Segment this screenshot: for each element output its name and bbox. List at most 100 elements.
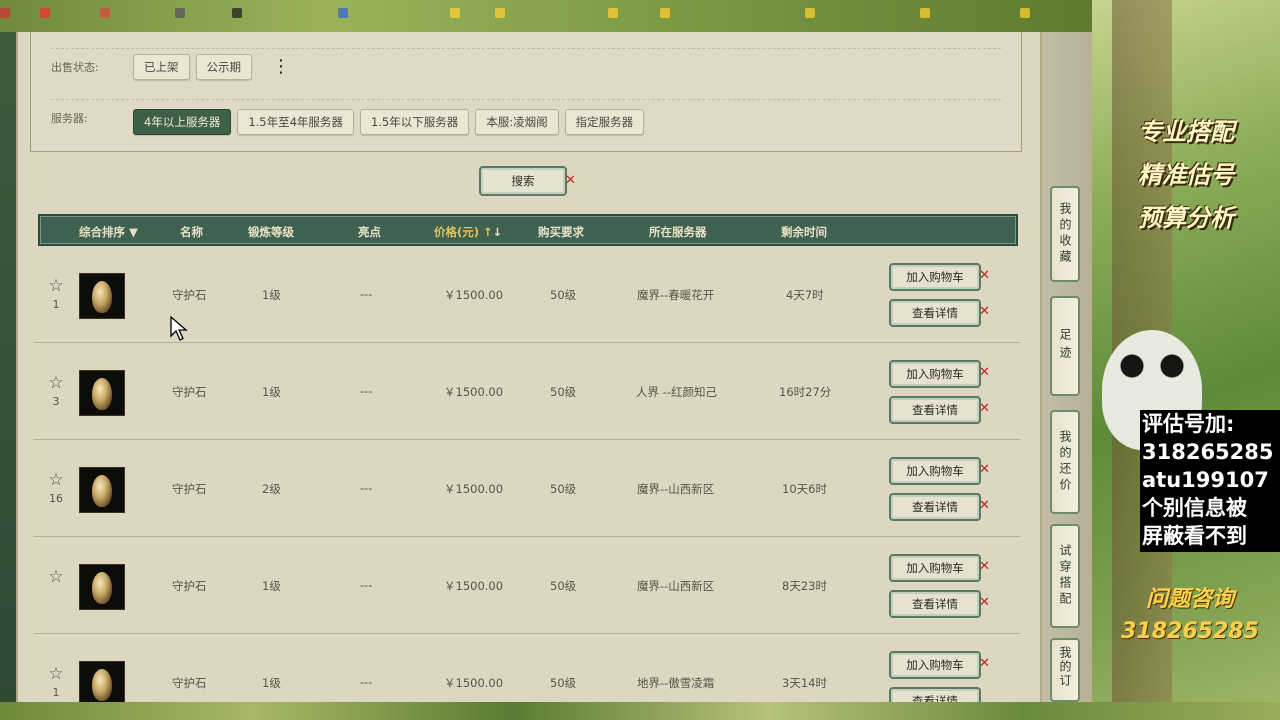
bookmark-item[interactable]: [805, 8, 815, 18]
cursor-arrow-icon: [170, 315, 188, 341]
close-icon: ✕: [979, 559, 990, 574]
chip-listed[interactable]: 已上架: [133, 54, 190, 80]
sidebar-tab-my-orders[interactable]: 我的订: [1050, 638, 1080, 702]
item-highlight: ---: [360, 578, 373, 592]
item-name[interactable]: 守护石: [172, 287, 207, 303]
item-thumbnail[interactable]: [79, 661, 125, 706]
bookmark-item[interactable]: [920, 8, 930, 18]
item-level: 2级: [262, 482, 281, 496]
item-price: ￥1500.00: [444, 288, 504, 302]
item-thumbnail[interactable]: [79, 370, 125, 416]
bookmark-item[interactable]: [232, 8, 242, 18]
header-sort[interactable]: 综合排序 ▼: [79, 224, 138, 240]
close-icon: ✕: [565, 173, 576, 188]
item-thumbnail[interactable]: [79, 564, 125, 610]
more-options-icon[interactable]: ⋮: [272, 58, 290, 76]
chip-server-current[interactable]: 本服:凌烟阁: [475, 109, 559, 135]
item-level: 1级: [262, 385, 281, 399]
add-to-cart-button[interactable]: 加入购物车: [889, 554, 981, 582]
close-icon: ✕: [979, 498, 990, 513]
add-to-cart-button[interactable]: 加入购物车: [889, 263, 981, 291]
chip-server-under-1-5y[interactable]: 1.5年以下服务器: [359, 109, 470, 135]
item-requirement: 50级: [550, 579, 577, 593]
star-icon[interactable]: ☆: [46, 373, 66, 393]
star-icon[interactable]: ☆: [46, 470, 66, 490]
item-highlight: ---: [360, 384, 373, 398]
add-to-cart-button[interactable]: 加入购物车: [889, 651, 981, 679]
bookmark-item[interactable]: [608, 8, 618, 18]
bookmark-item[interactable]: [175, 8, 185, 18]
header-server: 所在服务器: [649, 225, 707, 239]
star-icon[interactable]: ☆: [46, 664, 66, 684]
item-time-left: 16时27分: [779, 385, 832, 399]
view-detail-button[interactable]: 查看详情: [889, 396, 981, 424]
item-highlight: ---: [360, 287, 373, 301]
item-level: 1级: [262, 288, 281, 302]
sale-status-row: 出售状态: 已上架 公示期 ⋮: [51, 54, 290, 80]
bookmark-item[interactable]: [1020, 8, 1030, 18]
item-name[interactable]: 守护石: [172, 481, 207, 497]
sidebar-tab-footprints[interactable]: 足迹: [1050, 296, 1080, 396]
bookmark-item[interactable]: [495, 8, 505, 18]
item-price: ￥1500.00: [444, 385, 504, 399]
table-row: ☆ 守护石 1级 --- ￥1500.00 50级 魔界--山西新区 8天23时…: [34, 537, 1020, 634]
favorite-count: 1: [52, 686, 60, 699]
ad-slogan-2: 精准估号: [1138, 161, 1234, 189]
search-button[interactable]: 搜索: [479, 166, 567, 196]
item-price: ￥1500.00: [444, 676, 504, 690]
close-icon: ✕: [979, 462, 990, 477]
caret-down-icon: ▼: [129, 225, 138, 239]
item-thumbnail[interactable]: [79, 273, 125, 319]
chip-server-4y-plus[interactable]: 4年以上服务器: [133, 109, 232, 135]
chip-public-period[interactable]: 公示期: [195, 54, 252, 80]
sidebar-tab-favorites[interactable]: 我的收藏: [1050, 186, 1080, 282]
trading-page: 出售状态: 已上架 公示期 ⋮ 服务器: 4年以上服务器 1.5年至4年服务器 …: [16, 32, 1042, 706]
view-detail-button[interactable]: 查看详情: [889, 493, 981, 521]
search-button-label: 搜索: [511, 174, 535, 188]
item-server: 地界--傲雪凌霜: [637, 676, 715, 690]
arrow-up-icon: ↑: [483, 225, 493, 239]
consult-number: 318265285: [1121, 619, 1259, 644]
chip-server-1-5-to-4y[interactable]: 1.5年至4年服务器: [237, 109, 354, 135]
favorite-count: 3: [52, 395, 60, 408]
item-name[interactable]: 守护石: [172, 384, 207, 400]
chip-server-specified[interactable]: 指定服务器: [564, 109, 645, 135]
header-requirement: 购买要求: [538, 225, 584, 239]
item-level: 1级: [262, 676, 281, 690]
item-thumbnail[interactable]: [79, 467, 125, 513]
star-icon[interactable]: ☆: [46, 567, 66, 587]
add-to-cart-button[interactable]: 加入购物车: [889, 360, 981, 388]
bookmark-item[interactable]: [450, 8, 460, 18]
server-row: 服务器: 4年以上服务器 1.5年至4年服务器 1.5年以下服务器 本服:凌烟阁…: [51, 109, 650, 135]
item-time-left: 4天7时: [786, 288, 824, 302]
add-to-cart-button[interactable]: 加入购物车: [889, 457, 981, 485]
bookmark-item[interactable]: [0, 8, 10, 18]
listing-table: ☆ 1 守护石 1级 --- ￥1500.00 50级 魔界--春暖花开 4天7…: [34, 246, 1020, 706]
bookmark-item[interactable]: [40, 8, 50, 18]
contact-line: 评估号加:: [1142, 412, 1235, 436]
close-icon: ✕: [979, 268, 990, 283]
view-detail-button[interactable]: 查看详情: [889, 590, 981, 618]
header-highlight: 亮点: [358, 225, 381, 239]
star-icon[interactable]: ☆: [46, 276, 66, 296]
divider: [51, 48, 1001, 49]
filter-panel: 出售状态: 已上架 公示期 ⋮ 服务器: 4年以上服务器 1.5年至4年服务器 …: [30, 32, 1022, 152]
contact-line: 屏蔽看不到: [1142, 524, 1247, 548]
item-server: 魔界--山西新区: [637, 482, 715, 496]
left-decor-strip: [0, 32, 16, 702]
item-name[interactable]: 守护石: [172, 675, 207, 691]
contact-box: 评估号加: 318265285 atu199107 个别信息被 屏蔽看不到: [1140, 410, 1280, 552]
view-detail-button[interactable]: 查看详情: [889, 299, 981, 327]
sidebar-tab-my-bargains[interactable]: 我的还价: [1050, 410, 1080, 514]
item-server: 魔界--山西新区: [637, 579, 715, 593]
item-time-left: 8天23时: [782, 579, 827, 593]
sidebar-tab-try-on[interactable]: 试穿搭配: [1050, 524, 1080, 628]
item-price: ￥1500.00: [444, 482, 504, 496]
bookmark-item[interactable]: [100, 8, 110, 18]
arrow-down-icon: ↓: [492, 225, 503, 239]
header-price[interactable]: 价格(元) ↑↓: [434, 224, 502, 240]
item-name[interactable]: 守护石: [172, 578, 207, 594]
bookmark-item[interactable]: [660, 8, 670, 18]
close-icon: ✕: [979, 304, 990, 319]
bookmark-item[interactable]: [338, 8, 348, 18]
